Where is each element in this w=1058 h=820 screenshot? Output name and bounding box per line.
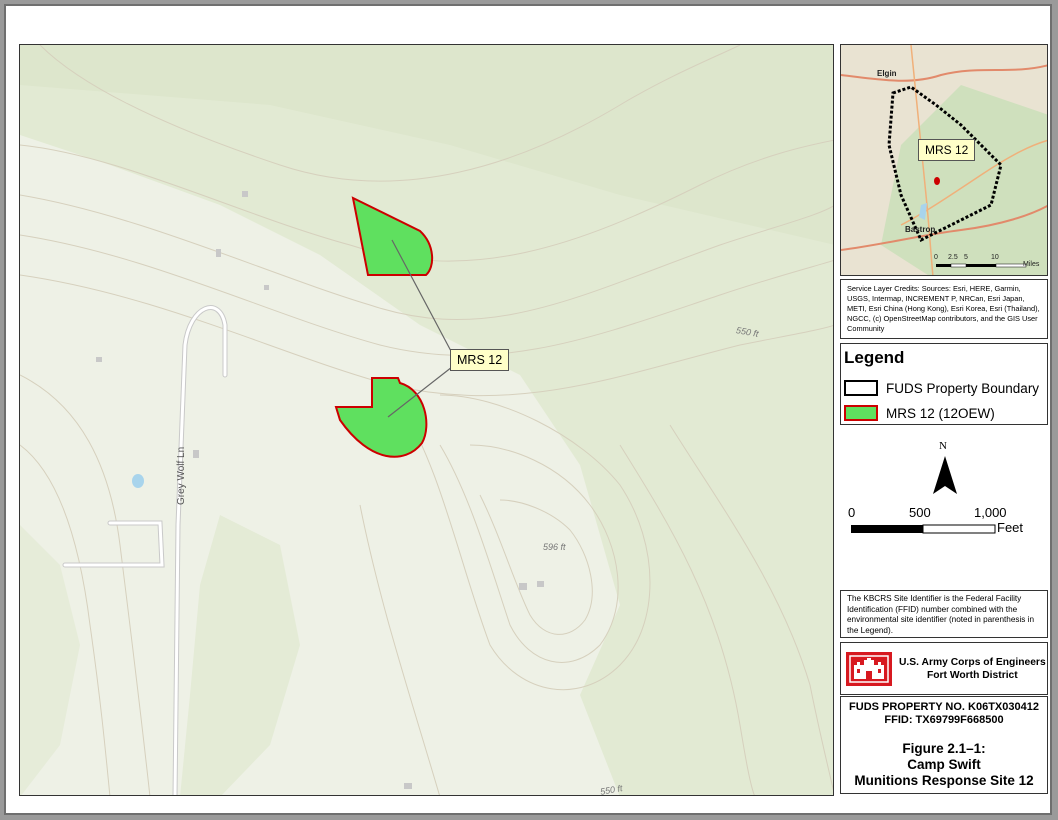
basemap — [20, 45, 833, 795]
ffid: FFID: TX69799F668500 — [884, 714, 1004, 726]
north-arrow-and-scale: N 0 500 1,000 Feet — [840, 427, 1048, 587]
title-block: FUDS PROPERTY NO. K06TX030412 FFID: TX69… — [840, 696, 1048, 794]
property-number: FUDS PROPERTY NO. K06TX030412 — [849, 701, 1039, 713]
town-label-elgin: Elgin — [877, 69, 897, 78]
usace-line1: U.S. Army Corps of Engineers — [899, 656, 1046, 668]
inset-mrs12-callout[interactable]: MRS 12 — [918, 139, 976, 161]
usace-line2: Fort Worth District — [926, 669, 1018, 681]
legend-title: Legend — [844, 348, 905, 367]
usace-name: U.S. Army Corps of Engineers Fort Worth … — [899, 656, 1046, 682]
road-label-grey-wolf-ln: Grey Wolf Ln — [176, 446, 187, 505]
figure-title: Munitions Response Site 12 — [854, 773, 1034, 788]
usace-castle-logo — [846, 651, 892, 686]
scale-tick: 1,000 — [974, 505, 1007, 520]
inset-scale-tick: 10 — [991, 254, 999, 261]
locator-inset-map[interactable]: Elgin Bastrop MRS 12 0 2.5 5 10 Miles — [840, 44, 1048, 276]
inset-scale-unit: Miles — [1023, 261, 1040, 268]
legend-item-fuds-boundary: FUDS Property Boundary — [844, 378, 1039, 398]
inset-scale-bar — [936, 263, 1027, 268]
usace-block: U.S. Army Corps of Engineers Fort Worth … — [840, 642, 1048, 695]
scale-unit: Feet — [997, 520, 1024, 535]
legend-swatch-mrs12 — [844, 405, 878, 421]
inset-scale-tick: 5 — [964, 254, 968, 261]
legend: Legend FUDS Property Boundary MRS 12 (12… — [840, 343, 1048, 425]
inset-scale-tick: 2.5 — [948, 254, 958, 261]
legend-item-label: FUDS Property Boundary — [886, 380, 1040, 396]
site-identifier-note: The KBCRS Site Identifier is the Federal… — [840, 590, 1048, 638]
legend-item-mrs12: MRS 12 (12OEW) — [844, 403, 995, 423]
mrs12-callout[interactable]: MRS 12 — [450, 349, 510, 371]
main-map[interactable]: MRS 12 Grey Wolf Ln 550 ft 596 ft 550 ft — [19, 44, 834, 796]
scale-tick: 500 — [909, 505, 931, 520]
legend-item-label: MRS 12 (12OEW) — [886, 405, 995, 421]
town-label-bastrop: Bastrop — [905, 225, 936, 234]
site-name: Camp Swift — [907, 757, 981, 772]
mrs12-polygon-south — [334, 377, 428, 458]
map-sheet: MRS 12 Grey Wolf Ln 550 ft 596 ft 550 ft… — [4, 4, 1052, 815]
inset-scale-tick: 0 — [934, 254, 938, 261]
scale-bar — [851, 524, 996, 534]
figure-number: Figure 2.1–1: — [902, 741, 986, 756]
legend-swatch-fuds — [844, 380, 878, 396]
elevation-label: 596 ft — [543, 542, 566, 552]
scale-tick: 0 — [848, 505, 856, 520]
service-layer-credits: Service Layer Credits: Sources: Esri, HE… — [840, 279, 1048, 339]
